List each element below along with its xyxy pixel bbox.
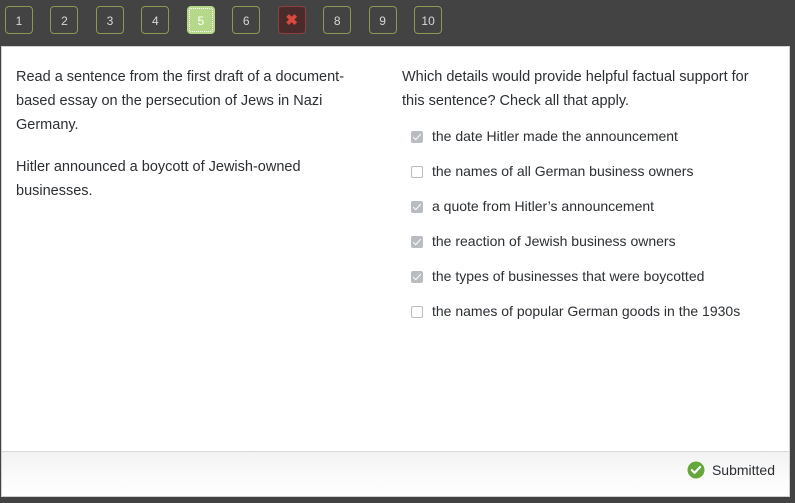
submission-status-label: Submitted <box>711 462 775 478</box>
checkbox-checked-icon[interactable] <box>411 236 423 248</box>
nav-button-5-current[interactable]: 5 <box>186 6 215 34</box>
question-navigation-bar: 1 2 3 4 5 6 ✖ 8 9 10 <box>0 0 795 46</box>
question-card: Read a sentence from the first draft of … <box>1 46 790 497</box>
answer-option-label: the types of businesses that were boycot… <box>432 268 705 284</box>
checkbox-checked-icon[interactable] <box>411 131 423 143</box>
answer-option-3[interactable]: a quote from Hitler’s announcement <box>402 197 775 232</box>
card-footer: Submitted <box>2 451 789 496</box>
checkbox-unchecked-icon[interactable] <box>411 306 423 318</box>
nav-button-1[interactable]: 1 <box>5 6 33 34</box>
checkbox-checked-icon[interactable] <box>411 271 423 283</box>
nav-button-10[interactable]: 10 <box>414 6 443 34</box>
answer-option-label: the names of all German business owners <box>432 163 694 179</box>
nav-button-4[interactable]: 4 <box>141 6 170 34</box>
answer-option-2[interactable]: the names of all German business owners <box>402 162 775 197</box>
answer-option-1[interactable]: the date Hitler made the announcement <box>402 127 775 162</box>
answer-option-label: the reaction of Jewish business owners <box>432 233 676 249</box>
passage-panel: Read a sentence from the first draft of … <box>16 65 391 453</box>
passage-paragraph-2: Hitler announced a boycott of Jewish-own… <box>16 159 301 199</box>
answer-option-4[interactable]: the reaction of Jewish business owners <box>402 232 775 267</box>
answer-option-label: a quote from Hitler’s announcement <box>432 198 655 214</box>
submission-status: Submitted <box>687 461 775 479</box>
checkbox-checked-icon[interactable] <box>411 201 423 213</box>
nav-button-8[interactable]: 8 <box>323 6 352 34</box>
nav-button-6[interactable]: 6 <box>232 6 261 34</box>
check-circle-icon <box>687 461 705 479</box>
answer-option-5[interactable]: the types of businesses that were boycot… <box>402 267 775 302</box>
nav-button-9[interactable]: 9 <box>368 6 397 34</box>
question-columns: Read a sentence from the first draft of … <box>2 47 789 453</box>
passage-paragraph-1: Read a sentence from the first draft of … <box>16 69 345 133</box>
nav-button-2[interactable]: 2 <box>50 6 79 34</box>
answer-option-label: the date Hitler made the announcement <box>432 128 678 144</box>
question-panel: Which details would provide helpful fact… <box>391 65 775 453</box>
answer-options-list: the date Hitler made the announcement th… <box>402 127 775 337</box>
question-prompt: Which details would provide helpful fact… <box>402 69 749 109</box>
answer-option-label: the names of popular German goods in the… <box>432 303 741 319</box>
nav-button-incorrect-x-icon[interactable]: ✖ <box>277 6 306 34</box>
nav-button-3[interactable]: 3 <box>95 6 124 34</box>
checkbox-unchecked-icon[interactable] <box>411 166 423 178</box>
answer-option-6[interactable]: the names of popular German goods in the… <box>402 302 775 337</box>
